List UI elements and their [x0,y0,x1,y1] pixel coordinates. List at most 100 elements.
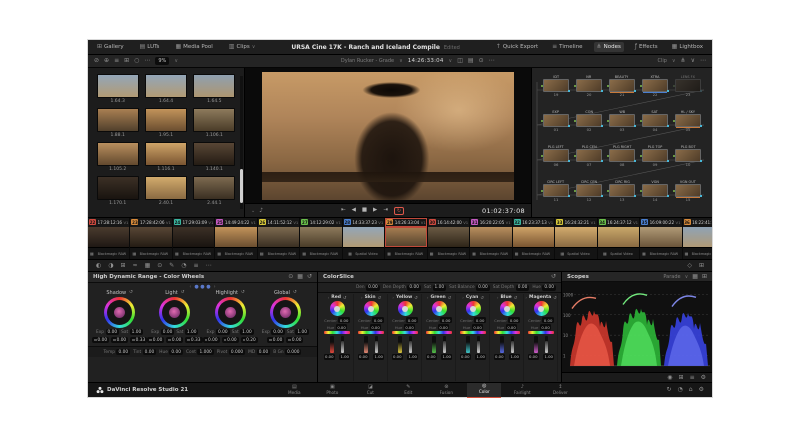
panel-header-icon[interactable]: ⊞ [702,274,707,280]
panel-header-icon[interactable]: ⊙ [288,274,293,280]
exp-value[interactable]: 0.00 [216,329,230,335]
grade-node[interactable]: NR 20 [575,74,603,109]
titlebar-button[interactable]: ⋔ Nodes [594,42,624,52]
grade-node[interactable]: EXP 01 [542,109,570,144]
gallery-still[interactable]: 2.40.1 [144,176,187,206]
clip-grade-selector[interactable]: Dylan Rucker - Grade [341,58,394,64]
transport-button[interactable]: ■ [362,207,367,215]
timeline-clip[interactable]: 24 17:29:03:09 V1 ▦ Blackmagic RAW [173,218,215,259]
titlebar-button[interactable]: ≡ Timeline [549,42,585,52]
transport-button[interactable]: ▶ [373,207,377,215]
slice-hue-value[interactable]: 0.00 [472,324,483,330]
timeline-clip[interactable]: 33 16:24:32:21 V1 ▦ Spatial Video [555,218,597,259]
transport-button[interactable]: ◀ [352,207,356,215]
gallery-still[interactable]: 1.64.5 [193,74,236,104]
slice-sat-value[interactable]: 1.00 [441,354,452,360]
toolbar-icon[interactable]: ⊕ [104,58,109,64]
global-control-value[interactable]: 0.00 [116,349,130,355]
toolbar-icon[interactable]: ⊙ [479,58,484,64]
page-tab[interactable]: ↥ Deliver [543,383,577,398]
gallery-still[interactable]: 2.44.1 [193,176,236,206]
abl-value[interactable]: 0.33 [136,338,146,343]
gallery-still[interactable]: 1.170.1 [96,176,139,206]
grade-node[interactable]: CIRC RIG 13 [608,179,636,214]
toolbar-icon[interactable]: ⋯ [489,58,495,64]
slice-reset-icon[interactable]: ↺ [378,296,381,300]
transport-button[interactable]: ⇥ [383,207,388,215]
slice-hue-strip[interactable] [324,331,350,334]
slice-center-value[interactable]: 0.00 [338,317,349,323]
toolbar-icon[interactable]: ◫ [457,58,463,64]
footer-icon[interactable]: ⌂ [689,387,693,393]
loop-playback-button[interactable]: ↻ [394,207,404,215]
palette-icon[interactable]: ◑ [108,263,113,269]
grade-node[interactable]: CON 02 [575,109,603,144]
slice-expand-icon[interactable]: › [525,295,527,300]
exp-value[interactable]: 0.00 [106,329,120,335]
keyframe-icon[interactable]: ◇ [687,263,692,269]
sat-value[interactable]: 1.00 [295,329,309,335]
gallery-still[interactable]: 1.64.4 [144,74,187,104]
colorslice-field-value[interactable]: 0.00 [366,285,380,291]
slice-hue-wheel[interactable] [466,301,481,316]
slice-density-slider[interactable] [398,336,402,353]
toolbar-icon[interactable]: ⋯ [144,58,150,64]
page-tab[interactable]: ◎ Color [467,383,501,398]
gallery-still[interactable]: 1.64.3 [96,74,139,104]
slice-density-slider[interactable] [500,336,504,353]
titlebar-button[interactable]: ▦ Media Pool [172,42,217,52]
footer-icon[interactable]: ⚙ [699,387,704,393]
abl-value[interactable]: 0.00 [227,338,237,343]
abl-value[interactable]: 0.00 [172,338,182,343]
slice-expand-icon[interactable]: › [497,295,499,300]
viewer-stage[interactable] [245,68,531,203]
page-right-icon[interactable]: › [214,284,216,290]
slice-density-slider[interactable] [330,336,334,353]
wheel-reset-icon[interactable]: ↺ [181,291,185,296]
expand-icon[interactable]: ⊞ [699,263,704,269]
grade-node[interactable]: CIRC LEFT 11 [542,179,570,214]
slice-density-slider[interactable] [534,336,538,353]
page-tab[interactable]: ♪ Fairlight [505,383,539,398]
grade-node[interactable]: PLG TOP 09 [641,144,669,179]
slice-hue-value[interactable]: 0.00 [438,324,449,330]
colorslice-field-value[interactable]: 0.00 [476,285,490,291]
timeline-clip[interactable]: 32 16:23:37:13 V1 ▦ Blackmagic RAW [513,218,555,259]
titlebar-button[interactable]: ƒ Effects [632,42,661,52]
grade-node[interactable]: PLG RIGHT 08 [608,144,636,179]
slice-reset-icon[interactable]: ↺ [514,296,517,300]
slice-expand-icon[interactable]: › [328,295,330,300]
global-control-value[interactable]: 0.000 [285,349,301,355]
palette-icon[interactable]: ≈ [133,263,138,269]
viewer-timecode[interactable]: 14:26:33:04 [408,58,444,64]
slice-density-value[interactable]: 0.00 [528,354,539,360]
grade-node[interactable]: BEAUTY 21 [608,74,636,109]
global-control-value[interactable]: 0.00 [169,349,183,355]
slice-sat-slider[interactable] [443,336,447,353]
colorslice-field-value[interactable]: 0.00 [407,285,421,291]
timeline-clip[interactable]: 25 14:49:24:22 V1 ▦ Blackmagic RAW [215,218,257,259]
slice-hue-wheel[interactable] [398,301,413,316]
palette-icon[interactable]: ⊙ [157,263,162,269]
titlebar-button[interactable]: ▥ Clips ∨ [226,42,259,52]
timeline-clip[interactable]: 29 14:26:33:04 V1 ▦ Blackmagic RAW [385,218,427,259]
color-wheel[interactable] [215,297,246,328]
palette-icon[interactable]: ✎ [169,263,174,269]
slice-reset-icon[interactable]: ↺ [343,296,346,300]
panel-header-icon[interactable]: ↺ [307,274,312,280]
toolbar-icon[interactable]: ⋯ [700,58,706,64]
abl-value[interactable]: 0.00 [292,338,302,343]
slice-expand-icon[interactable]: › [392,295,394,300]
sat-value[interactable]: 1.00 [185,329,199,335]
timeline-clip[interactable]: 34 16:24:37:12 V1 ▦ Spatial Video [598,218,640,259]
slice-center-value[interactable]: 0.00 [406,317,417,323]
timeline-clip[interactable]: 36 16:22:41:10 V1 ▦ Blackmagic RAW [683,218,712,259]
titlebar-button[interactable]: ▤ LUTs [137,42,165,52]
toolbar-icon[interactable]: ≡ [114,58,119,64]
timeline-clip[interactable]: 27 14:12:29:02 V1 ▦ Blackmagic RAW [300,218,342,259]
slice-density-value[interactable]: 0.00 [494,354,505,360]
panel-header-icon[interactable]: ▦ [692,274,698,280]
slice-sat-value[interactable]: 1.00 [339,354,350,360]
scope-mode-selector[interactable]: Parade [663,274,680,280]
page-tab[interactable]: ▣ Photo [315,383,349,398]
